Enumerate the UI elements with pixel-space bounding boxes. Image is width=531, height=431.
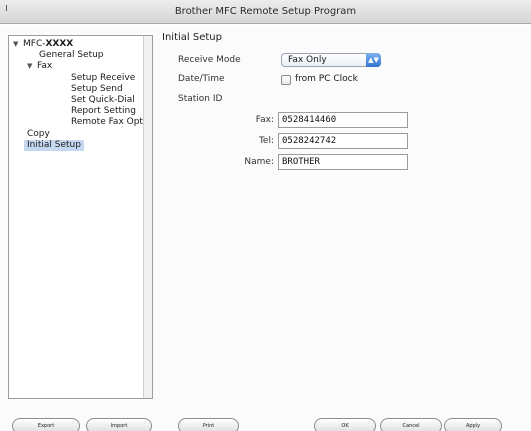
tree-root-name: XXXX <box>45 39 74 49</box>
panel-heading: Initial Setup <box>162 32 222 43</box>
disclosure-triangle-icon[interactable]: ▼ <box>13 39 23 50</box>
receive-mode-select[interactable]: Fax Only ▲▼ <box>281 53 381 67</box>
select-arrows-icon: ▲▼ <box>366 53 381 67</box>
window-title: Brother MFC Remote Setup Program <box>174 6 357 17</box>
tree-item-general-setup[interactable]: General Setup <box>39 50 104 61</box>
tel-number-field[interactable]: 0528242742 <box>278 133 408 149</box>
tree-item-setup-receive[interactable]: Setup Receive <box>71 73 135 84</box>
tree-item-set-quick-dial[interactable]: Set Quick-Dial <box>71 95 135 106</box>
from-pc-clock-label: from PC Clock <box>295 74 358 84</box>
tree-item-report-setting[interactable]: Report Setting <box>71 106 136 117</box>
disclosure-triangle-icon[interactable]: ▼ <box>27 61 37 72</box>
tree-item-root[interactable]: ▼ MFC-XXXX <box>13 39 73 50</box>
receive-mode-value: Fax Only <box>288 55 327 65</box>
from-pc-clock-checkbox[interactable] <box>281 75 291 85</box>
print-button[interactable]: Print <box>178 418 239 431</box>
datetime-label: Date/Time <box>178 74 225 84</box>
import-button[interactable]: Import <box>86 418 152 431</box>
tree-item-copy[interactable]: Copy <box>27 129 50 140</box>
window-content: ▼ MFC-XXXX General Setup ▼ Fax Setup Recei… <box>0 25 531 431</box>
fax-label: Fax: <box>255 115 274 125</box>
cancel-button[interactable]: Cancel <box>380 418 442 431</box>
tree-item-setup-send[interactable]: Setup Send <box>71 84 123 95</box>
tel-label: Tel: <box>258 136 274 146</box>
fax-number-field[interactable]: 0528414460 <box>278 112 408 128</box>
title-bar: Brother MFC Remote Setup Program <box>0 0 531 24</box>
station-id-label: Station ID <box>178 94 223 104</box>
tree-scrollbar[interactable] <box>143 36 152 398</box>
receive-mode-label: Receive Mode <box>178 55 241 65</box>
apply-button[interactable]: Apply <box>444 418 502 431</box>
settings-panel: Initial Setup Receive Mode Fax Only ▲▼ D… <box>160 25 525 405</box>
settings-tree[interactable]: ▼ MFC-XXXX General Setup ▼ Fax Setup Recei… <box>8 35 153 399</box>
tree-item-fax[interactable]: ▼ Fax <box>27 61 52 72</box>
export-button[interactable]: Export <box>12 418 80 431</box>
ok-button[interactable]: OK <box>314 418 376 431</box>
tree-root-prefix: MFC- <box>23 39 46 49</box>
name-label: Name: <box>244 157 274 167</box>
tree-item-initial-setup[interactable]: Initial Setup <box>24 140 84 151</box>
station-name-field[interactable]: BROTHER <box>278 154 408 170</box>
tree-item-fax-label: Fax <box>37 61 53 71</box>
tree-item-remote-fax-opt[interactable]: Remote Fax Opt <box>71 117 143 128</box>
window-corner-mark <box>6 5 10 11</box>
